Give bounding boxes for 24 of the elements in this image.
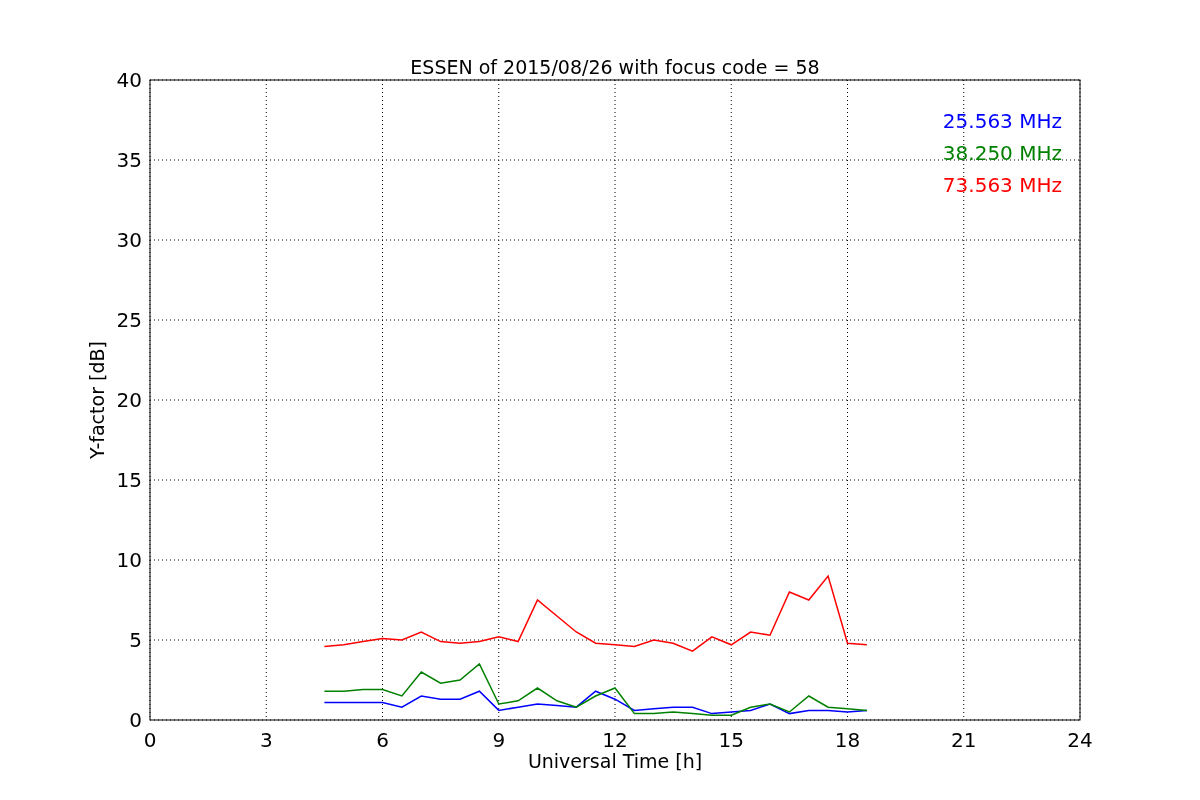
- y-axis-label: Y-factor [dB]: [86, 341, 108, 459]
- legend-label: 38.250 MHz: [942, 141, 1062, 165]
- tick-label: 30: [116, 228, 142, 252]
- tick-label: 0: [129, 708, 142, 732]
- tick-label: 10: [116, 548, 142, 572]
- tick-label: 15: [718, 728, 744, 752]
- x-axis-label: Universal Time [h]: [527, 750, 703, 772]
- tick-label: 12: [602, 728, 628, 752]
- tick-label: 18: [834, 728, 861, 752]
- tick-label: 9: [492, 728, 506, 752]
- legend-label: 73.563 MHz: [942, 173, 1062, 197]
- tick-label: 25: [116, 308, 142, 332]
- tick-label: 24: [1067, 728, 1093, 752]
- tick-label: 6: [376, 728, 389, 752]
- legend-label: 25.563 MHz: [942, 109, 1062, 133]
- tick-label: 21: [951, 728, 977, 752]
- tick-label: 5: [129, 628, 142, 652]
- tick-label: 20: [116, 388, 142, 412]
- tick-label: 35: [116, 148, 142, 172]
- chart-title: ESSEN of 2015/08/26 with focus code = 58: [410, 56, 820, 78]
- tick-label: 40: [116, 68, 142, 92]
- tick-label: 3: [259, 728, 273, 752]
- tick-label: 0: [143, 728, 157, 752]
- tick-label: 15: [116, 468, 142, 492]
